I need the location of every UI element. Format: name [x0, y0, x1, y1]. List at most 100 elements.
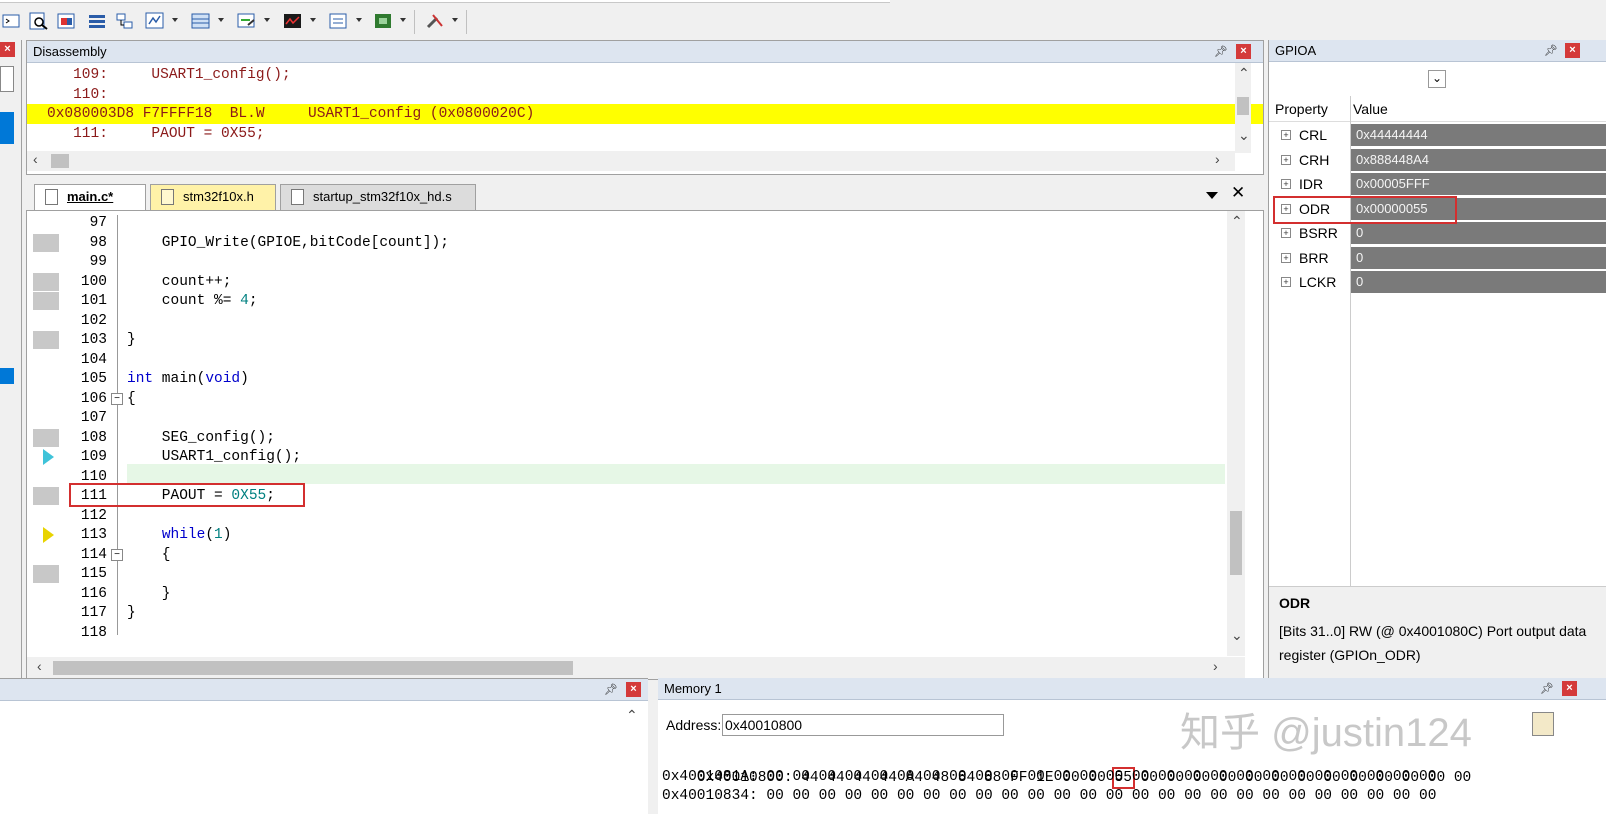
editor-vscroll[interactable]: ⌃ ⌄	[1227, 211, 1245, 656]
scroll-up-icon[interactable]: ⌃	[1231, 213, 1243, 230]
code-line[interactable]: int main(void)	[127, 369, 249, 389]
disassembly-window-icon[interactable]	[28, 10, 50, 32]
register-row[interactable]: + BSRR 0	[1269, 221, 1606, 245]
register-value[interactable]: 0	[1351, 246, 1606, 269]
system-viewer-icon[interactable]	[372, 10, 394, 32]
close-icon[interactable]: ×	[626, 682, 641, 697]
trace-windows-icon[interactable]	[328, 10, 350, 32]
analysis-windows-icon[interactable]	[282, 10, 304, 32]
address-input[interactable]	[722, 714, 1004, 736]
expand-icon[interactable]: +	[1281, 252, 1291, 263]
code-line[interactable]: }	[127, 330, 136, 350]
close-icon[interactable]: ×	[1236, 44, 1251, 59]
memory-row[interactable]: 0x4001081A: 00 00 00 00 00 00 00 00 00 0…	[662, 767, 1436, 787]
executable-line-marker[interactable]	[33, 487, 59, 505]
memory-dropdown-icon[interactable]	[218, 18, 224, 22]
system-viewer-dropdown-icon[interactable]	[400, 18, 406, 22]
scroll-left-icon[interactable]: ‹	[37, 658, 42, 674]
disassembly-vscroll[interactable]: ⌃ ⌄	[1235, 63, 1251, 153]
panel-scroll-box[interactable]	[0, 66, 14, 92]
chevron-down-icon[interactable]: ⌄	[1428, 70, 1446, 88]
command-window-icon[interactable]	[0, 10, 22, 32]
memory-row[interactable]: 0x40010800: 44 44 44 44 A4 48 84 88 FF 1…	[662, 748, 1471, 789]
code-line[interactable]: }	[127, 603, 136, 623]
serial-windows-icon[interactable]	[236, 10, 258, 32]
toolbox-dropdown-icon[interactable]	[452, 18, 458, 22]
code-editor[interactable]: 97 98 99 100 101 102 103 104 105 106 107 108 109 110 1…	[26, 210, 1264, 680]
close-icon[interactable]: ×	[0, 42, 15, 57]
scroll-up-icon[interactable]: ⌃	[1238, 65, 1250, 82]
editor-hscroll[interactable]: ‹ ›	[27, 657, 1245, 679]
lock-icon[interactable]	[1532, 712, 1554, 736]
register-value[interactable]: 0x44444444	[1351, 124, 1606, 146]
code-line[interactable]: {	[127, 389, 136, 409]
memory-row[interactable]: 0x40010834: 00 00 00 00 00 00 00 00 00 0…	[662, 786, 1436, 806]
tab-startup-s[interactable]: startup_stm32f10x_hd.s	[280, 184, 476, 210]
code-line[interactable]: count++;	[127, 272, 232, 292]
executable-line-marker[interactable]	[33, 565, 59, 583]
executable-line-marker[interactable]	[33, 292, 59, 310]
registers-window-icon[interactable]	[86, 10, 108, 32]
disassembly-source-line[interactable]: 110:	[27, 85, 1263, 105]
pin-icon[interactable]: 📌︎	[1540, 682, 1554, 695]
executable-line-marker[interactable]	[33, 233, 59, 252]
scroll-thumb[interactable]	[1230, 511, 1242, 575]
expand-icon[interactable]: +	[1281, 228, 1291, 238]
tab-list-dropdown-icon[interactable]	[1206, 192, 1218, 199]
executable-line-marker[interactable]	[33, 428, 59, 447]
disassembly-current-instruction[interactable]: 0x080003D8 F7FFFF18 BL.W USART1_config (…	[27, 104, 1263, 124]
fold-toggle-icon[interactable]: −	[111, 392, 123, 405]
call-stack-window-icon[interactable]	[114, 10, 136, 32]
register-value[interactable]: 0x888448A4	[1351, 148, 1606, 171]
expand-icon[interactable]: +	[1281, 277, 1291, 287]
watch-dropdown-icon[interactable]	[172, 18, 178, 22]
register-value[interactable]: 0	[1351, 271, 1606, 293]
close-icon[interactable]: ×	[1565, 43, 1580, 58]
scroll-down-icon[interactable]: ⌄	[1231, 627, 1243, 644]
executable-line-marker[interactable]	[33, 331, 59, 349]
scroll-left-icon[interactable]: ‹	[33, 151, 38, 167]
executable-line-marker[interactable]	[33, 272, 59, 291]
toolbox-icon[interactable]	[424, 10, 446, 32]
code-line[interactable]: while(1)	[127, 525, 232, 545]
register-value[interactable]: 0	[1351, 222, 1606, 244]
serial-dropdown-icon[interactable]	[264, 18, 270, 22]
scroll-right-icon[interactable]: ›	[1213, 658, 1218, 674]
trace-dropdown-icon[interactable]	[356, 18, 362, 22]
disassembly-source-line[interactable]: 111: PAOUT = 0X55;	[27, 124, 1263, 144]
code-line[interactable]: {	[127, 545, 171, 565]
register-row[interactable]: + CRL 0x44444444	[1269, 123, 1606, 147]
register-row[interactable]: + IDR 0x00005FFF	[1269, 172, 1606, 196]
register-row[interactable]: + CRH 0x888448A4	[1269, 148, 1606, 172]
pin-icon[interactable]: 📌︎	[1214, 45, 1228, 58]
disassembly-hscroll[interactable]: ‹ ›	[27, 151, 1235, 171]
tab-stm32f10x-h[interactable]: stm32f10x.h	[150, 184, 276, 210]
close-tab-icon[interactable]: ✕	[1231, 183, 1245, 203]
scroll-thumb[interactable]	[51, 154, 69, 168]
analysis-dropdown-icon[interactable]	[310, 18, 316, 22]
symbols-window-icon[interactable]	[56, 10, 78, 32]
code-line[interactable]: SEG_config();	[127, 428, 275, 448]
pin-icon[interactable]: 📌︎	[1544, 44, 1558, 57]
code-line[interactable]: count %= 4;	[127, 291, 258, 311]
expand-icon[interactable]: +	[1281, 130, 1291, 140]
scroll-thumb[interactable]	[1237, 97, 1249, 115]
expand-icon[interactable]: +	[1281, 179, 1291, 189]
code-line[interactable]: }	[127, 584, 171, 604]
memory-windows-icon[interactable]	[190, 10, 212, 32]
expand-icon[interactable]: +	[1281, 154, 1291, 165]
scroll-up-icon[interactable]: ⌃	[626, 707, 638, 724]
close-icon[interactable]: ×	[1562, 681, 1577, 696]
fold-toggle-icon[interactable]: −	[111, 548, 123, 561]
scroll-right-icon[interactable]: ›	[1215, 151, 1220, 167]
register-value[interactable]: 0x00005FFF	[1351, 173, 1606, 195]
scroll-thumb[interactable]	[53, 661, 573, 675]
disassembly-source-line[interactable]: 109: USART1_config();	[27, 65, 1263, 85]
code-line[interactable]: GPIO_Write(GPIOE,bitCode[count]);	[127, 233, 449, 253]
pin-icon[interactable]: 📌︎	[604, 683, 618, 696]
watch-windows-icon[interactable]	[144, 10, 166, 32]
tab-main-c[interactable]: main.c*	[34, 184, 146, 210]
register-row[interactable]: + LCKR 0	[1269, 270, 1606, 294]
scroll-down-icon[interactable]: ⌄	[1238, 127, 1250, 144]
register-row[interactable]: + BRR 0	[1269, 246, 1606, 270]
